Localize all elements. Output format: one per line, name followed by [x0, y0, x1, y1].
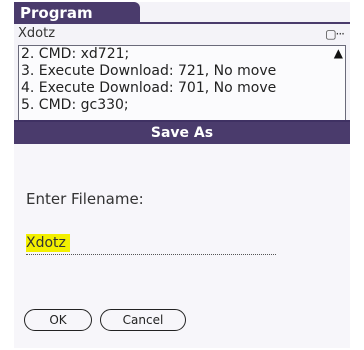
filename-label: Enter Filename:: [26, 190, 144, 208]
dialog-title: Save As: [14, 122, 350, 144]
menu-icon[interactable]: ▢···: [325, 27, 345, 41]
list-item[interactable]: 3. Execute Download: 721, No move: [19, 63, 345, 80]
document-name: Xdotz: [18, 26, 56, 41]
save-as-dialog: Save As Enter Filename: OK Cancel: [14, 120, 350, 348]
cancel-button[interactable]: Cancel: [100, 309, 186, 331]
filename-field[interactable]: [26, 232, 276, 255]
list-item[interactable]: 4. Execute Download: 701, No move: [19, 80, 345, 97]
app-title-bar: Program: [14, 2, 350, 24]
list-item[interactable]: 5. CMD: gc330;: [19, 97, 345, 114]
palm-screen: Program Xdotz ▢··· 2. CMD: xd721; 3. Exe…: [14, 2, 350, 348]
ok-button[interactable]: OK: [24, 309, 92, 331]
list-item[interactable]: 2. CMD: xd721;: [19, 46, 345, 63]
scroll-up-arrow-icon[interactable]: ▲: [334, 46, 343, 60]
app-title[interactable]: Program: [14, 2, 140, 24]
